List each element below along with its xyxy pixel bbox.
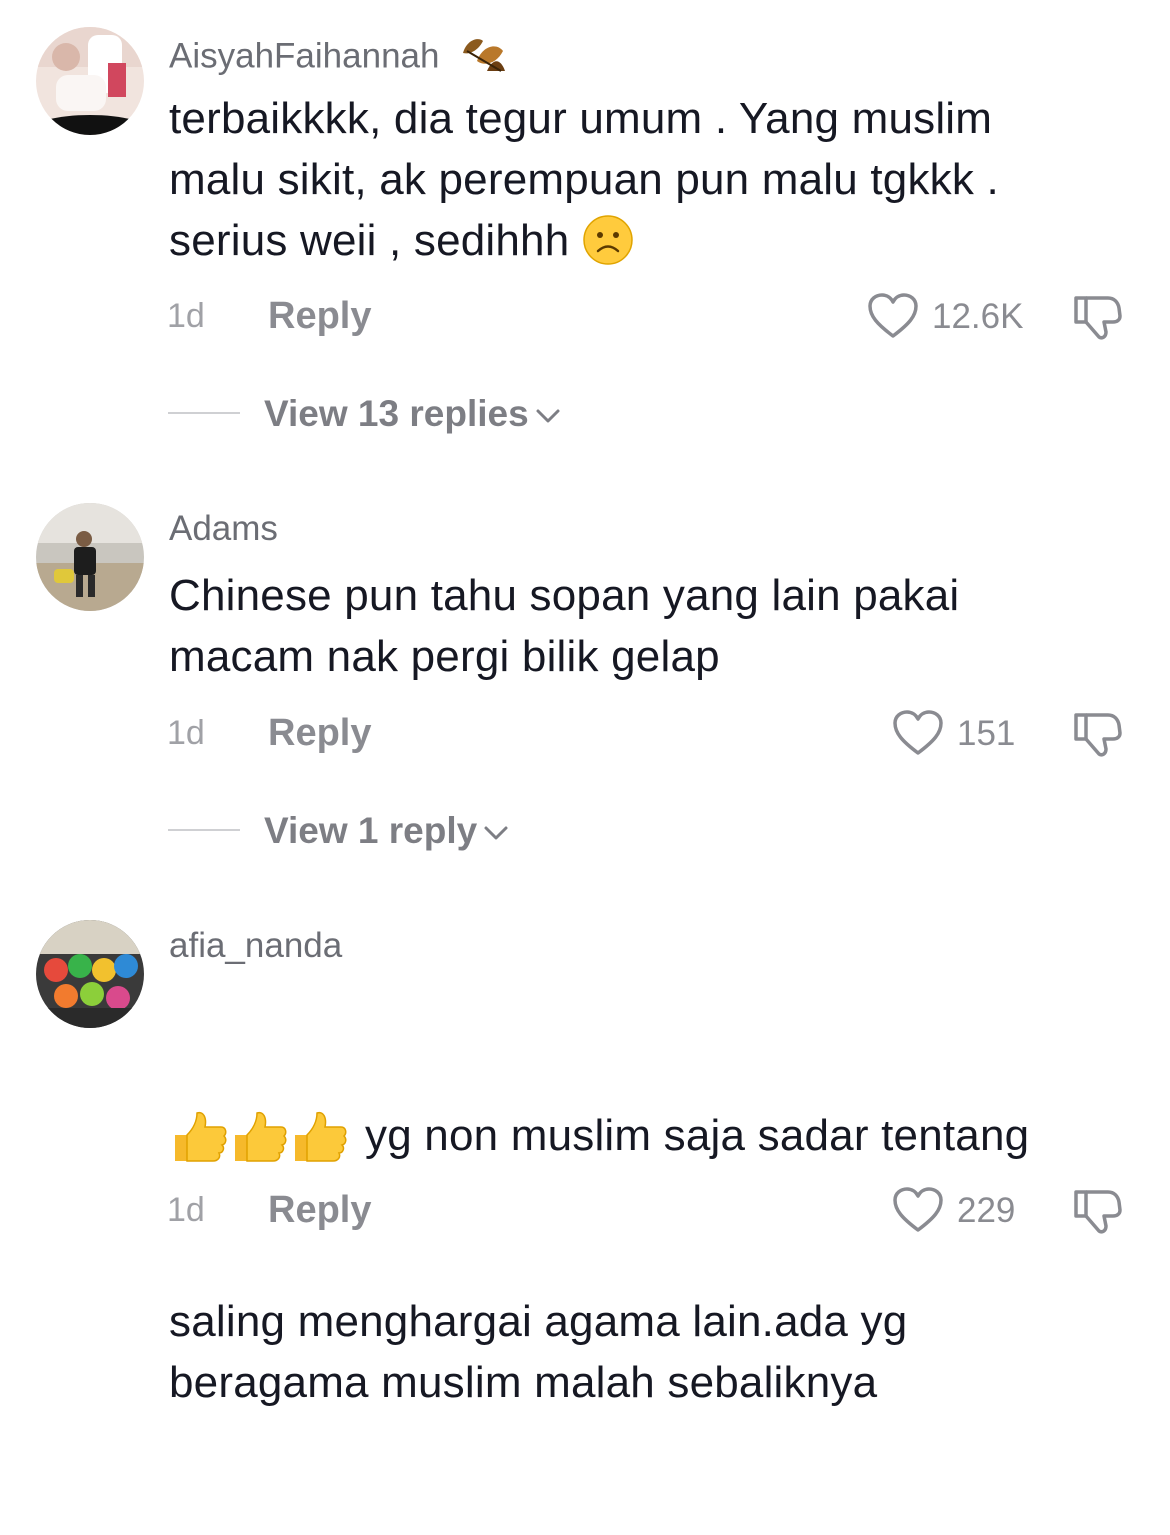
heart-icon[interactable] — [892, 709, 944, 757]
reply-button[interactable]: Reply — [268, 1191, 371, 1229]
avatar[interactable] — [36, 27, 144, 135]
username[interactable]: Adams — [169, 508, 278, 550]
view-replies-button[interactable]: View 1 reply — [264, 812, 509, 849]
dislike-icon[interactable] — [1072, 292, 1124, 342]
frowning-face-emoji — [582, 213, 634, 274]
view-replies-button[interactable]: View 13 replies — [264, 395, 561, 432]
thumbs-up-emoji — [169, 1108, 229, 1169]
avatar[interactable] — [36, 920, 144, 1028]
username[interactable]: AisyahFaihannah — [169, 31, 507, 85]
comment-time: 1d — [167, 297, 205, 335]
comment-first-line: yg non muslim saja sadar tentang — [169, 1105, 1129, 1169]
comment-time: 1d — [167, 1191, 205, 1229]
reply-button[interactable]: Reply — [268, 297, 371, 335]
divider — [168, 829, 240, 831]
like-count: 229 — [957, 1191, 1016, 1230]
dislike-icon[interactable] — [1072, 1186, 1124, 1236]
chevron-down-icon — [536, 409, 560, 423]
dislike-icon[interactable] — [1072, 709, 1124, 759]
comment-time: 1d — [167, 714, 205, 752]
like-count: 151 — [957, 714, 1016, 753]
heart-icon[interactable] — [892, 1186, 944, 1234]
thumbs-up-emoji — [289, 1108, 349, 1169]
username[interactable]: afia_nanda — [169, 925, 342, 967]
comment-text: Chinese pun tahu sopan yang lain pakai m… — [169, 571, 960, 681]
leaves-icon — [457, 31, 507, 85]
avatar[interactable] — [36, 503, 144, 611]
reply-button[interactable]: Reply — [268, 714, 371, 752]
comment-text: terbaikkkk, dia tegur umum . Yang muslim… — [169, 88, 1129, 274]
heart-icon[interactable] — [867, 292, 919, 340]
comment-text: yg non muslim saja sadar tentang saling … — [169, 983, 1129, 1535]
thumbs-up-emoji — [229, 1108, 289, 1169]
chevron-down-icon — [484, 826, 508, 840]
divider — [168, 412, 240, 414]
like-count: 12.6K — [932, 297, 1024, 336]
